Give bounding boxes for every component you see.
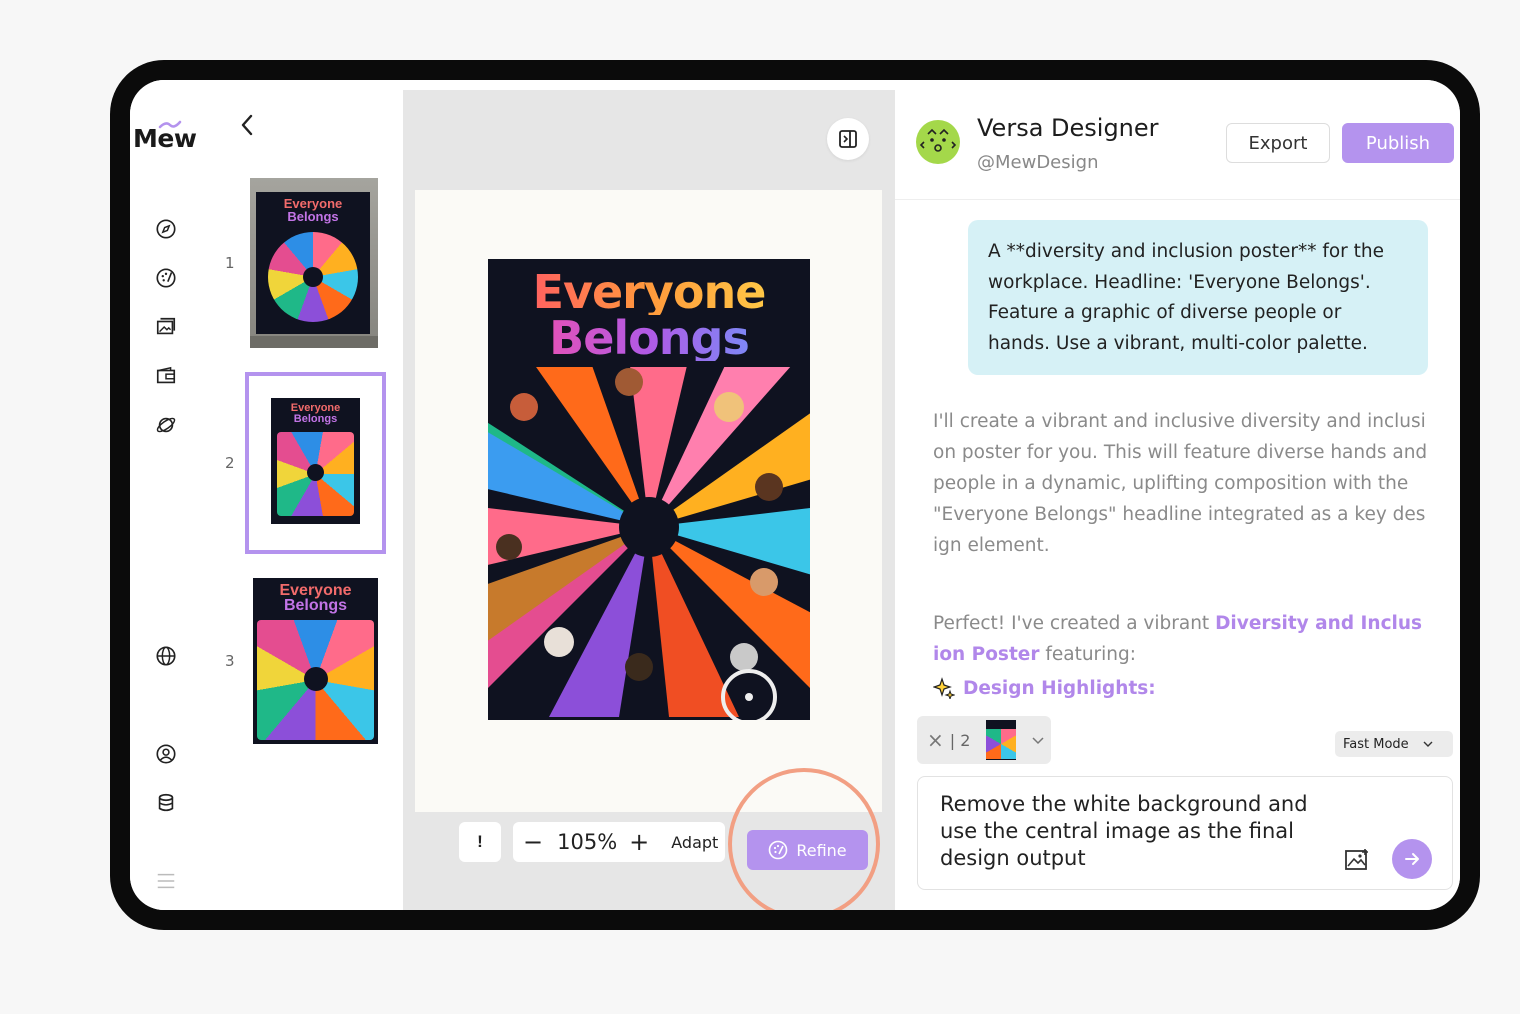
page-thumbnail-1[interactable]: Everyone Belongs (250, 178, 378, 348)
image-upload-icon[interactable] (1344, 847, 1370, 873)
attachment-count: | 2 (949, 730, 971, 750)
back-button[interactable] (235, 110, 259, 140)
prompt-input-text[interactable]: Remove the white background and use the … (940, 791, 1340, 872)
zoom-level: 105% (557, 830, 618, 854)
highlights-label: Design Highlights: (963, 677, 1156, 699)
zoom-in-button[interactable]: + (629, 828, 649, 856)
zoom-controls: − 105% + Adapt (513, 822, 725, 862)
page-thumbnail-2[interactable]: Everyone Belongs (245, 372, 386, 554)
send-button[interactable] (1392, 839, 1432, 879)
poster-title-line2: Belongs (293, 413, 338, 425)
canvas-area: Everyone Belongs ! − 105% + Adapt Refine (403, 90, 895, 910)
assistant-message-2: Perfect! I've created a vibrant Diversit… (933, 608, 1428, 670)
globe-icon[interactable] (154, 644, 178, 668)
framed-poster: Everyone Belongs (256, 192, 370, 334)
poster-title-line1: Everyone (279, 582, 352, 599)
attachment-thumbnail (986, 720, 1017, 760)
arrow-right-icon (1405, 853, 1419, 865)
refine-label: Refine (796, 840, 847, 860)
refine-icon (769, 840, 788, 860)
gallery-icon[interactable] (154, 315, 178, 339)
hands-center (303, 267, 323, 287)
menu-icon[interactable] (154, 869, 178, 893)
chevron-down-icon[interactable] (1030, 732, 1046, 748)
palette-icon[interactable] (154, 266, 178, 290)
zoom-out-button[interactable]: − (523, 828, 543, 856)
sparkle-icon (933, 677, 955, 699)
mode-select[interactable]: Fast Mode (1335, 731, 1453, 757)
info-button[interactable]: ! (459, 822, 501, 862)
page-number: 3 (225, 652, 235, 670)
poster-headline-line1: Everyone (488, 269, 810, 315)
pages-panel: 1 Everyone Belongs 2 Everyone Belongs 3 (220, 80, 403, 910)
app-logo[interactable]: Mew (133, 124, 197, 153)
attachment-chip[interactable]: × | 2 (917, 716, 1051, 764)
hands-center (304, 667, 328, 691)
panel-toggle-button[interactable] (827, 118, 869, 160)
poster-mini: Everyone Belongs (271, 398, 360, 524)
page-thumbnail-3[interactable]: Everyone Belongs (253, 578, 378, 744)
poster-image[interactable]: Everyone Belongs (488, 259, 810, 720)
poster-title-line2: Belongs (287, 209, 339, 224)
message-text: Perfect! I've created a vibrant (933, 613, 1216, 634)
compass-icon[interactable] (154, 217, 178, 241)
sidebar-toggle-icon (839, 130, 857, 148)
publish-button[interactable]: Publish (1342, 123, 1454, 163)
chevron-down-icon (1423, 741, 1433, 747)
hands-center (307, 464, 324, 481)
mode-label: Fast Mode (1343, 736, 1409, 752)
wallet-icon[interactable] (154, 364, 178, 388)
page-number: 2 (225, 454, 235, 472)
agent-avatar (916, 120, 960, 164)
floor (250, 336, 378, 348)
close-icon[interactable]: × (927, 728, 944, 752)
export-button[interactable]: Export (1226, 123, 1330, 163)
agent-handle: @MewDesign (977, 152, 1099, 173)
prompt-input[interactable]: Remove the white background and use the … (917, 776, 1453, 890)
app-screen: Mew 1 Everyone Belongs 2 Everyone Belong… (130, 80, 1460, 910)
user-icon[interactable] (154, 742, 178, 766)
database-icon[interactable] (154, 791, 178, 815)
user-message: A **diversity and inclusion poster** for… (968, 220, 1428, 375)
chat-panel: Versa Designer @MewDesign Export Publish… (895, 80, 1460, 910)
refine-button[interactable]: Refine (747, 830, 868, 870)
design-highlights: Design Highlights: (933, 677, 1156, 699)
chevron-left-icon (241, 114, 253, 136)
adapt-button[interactable]: Adapt (671, 833, 718, 852)
page-number: 1 (225, 254, 235, 272)
agent-name: Versa Designer (977, 114, 1159, 142)
artboard[interactable]: Everyone Belongs (415, 190, 882, 812)
hands-circle-graphic (488, 367, 810, 720)
nav-rail: Mew (130, 80, 220, 910)
message-text: featuring: (1039, 644, 1137, 665)
planet-icon[interactable] (154, 413, 178, 437)
assistant-message: I'll create a vibrant and inclusive dive… (933, 411, 1428, 556)
chat-header: Versa Designer @MewDesign Export Publish (895, 80, 1460, 200)
poster-title-line2: Belongs (283, 597, 348, 614)
poster-headline-line2: Belongs (488, 315, 810, 361)
